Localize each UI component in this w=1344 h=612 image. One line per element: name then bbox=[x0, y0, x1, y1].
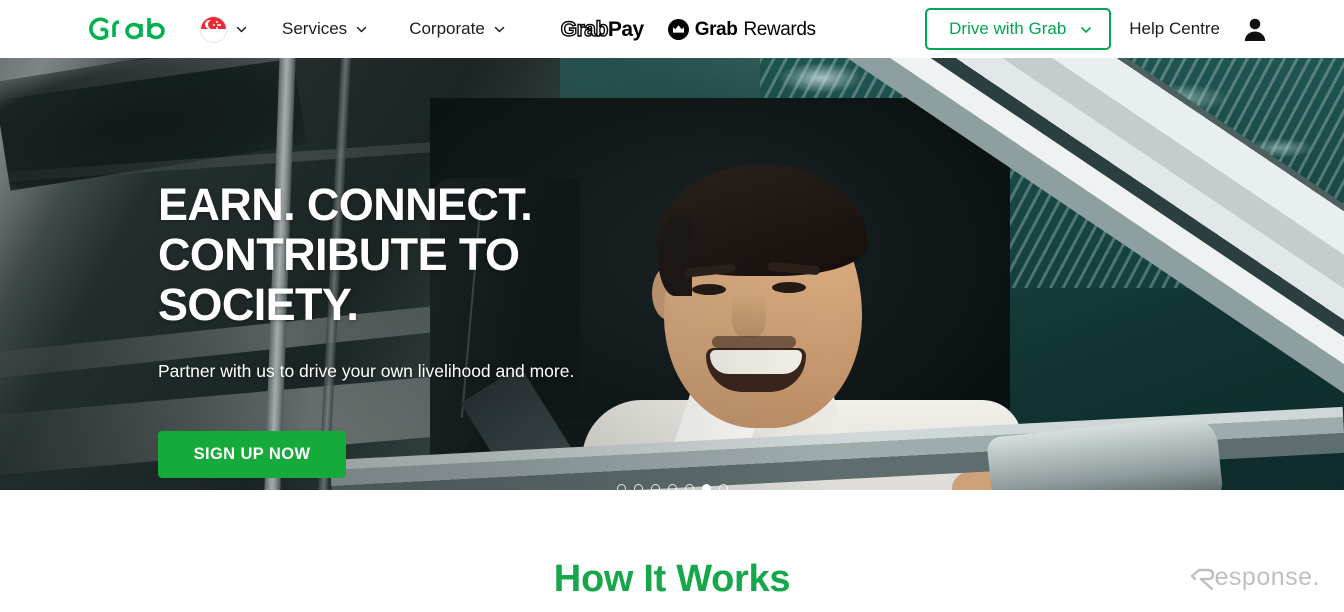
crown-icon bbox=[667, 18, 689, 40]
singapore-flag-icon bbox=[200, 15, 227, 43]
help-centre-link[interactable]: Help Centre bbox=[1129, 19, 1220, 39]
response-logo-icon bbox=[1190, 568, 1214, 590]
drive-with-grab-label: Drive with Grab bbox=[949, 19, 1067, 38]
carousel-dot[interactable] bbox=[633, 484, 643, 490]
country-selector[interactable] bbox=[200, 15, 247, 43]
carousel-dot[interactable] bbox=[718, 484, 728, 490]
grabpay-grab-text: Grab bbox=[560, 17, 609, 41]
nav-item-services[interactable]: Services bbox=[282, 19, 367, 39]
chevron-down-icon bbox=[494, 24, 505, 35]
nav-item-grabpay[interactable]: Grab Pay bbox=[560, 17, 644, 41]
grabpay-pay-text: Pay bbox=[607, 17, 644, 41]
grabrewards-grab-text: Grab bbox=[694, 18, 738, 40]
grab-logo[interactable] bbox=[86, 12, 178, 46]
carousel-dot[interactable] bbox=[616, 484, 626, 490]
nav-item-corporate-label: Corporate bbox=[409, 19, 485, 38]
hero-copy-block: EARN. CONNECT. CONTRIBUTE TO SOCIETY. Pa… bbox=[158, 118, 678, 478]
hero-headline: EARN. CONNECT. CONTRIBUTE TO SOCIETY. bbox=[158, 179, 533, 330]
response-watermark-text: esponse. bbox=[1214, 563, 1320, 591]
carousel-dot[interactable] bbox=[684, 484, 694, 490]
carousel-dot[interactable] bbox=[667, 484, 677, 490]
chevron-down-icon bbox=[236, 24, 247, 35]
sign-up-now-button[interactable]: SIGN UP NOW bbox=[158, 431, 346, 478]
carousel-dot[interactable] bbox=[650, 484, 660, 490]
how-it-works-section: How It Works esponse. bbox=[0, 490, 1344, 612]
carousel-dots bbox=[0, 484, 1344, 490]
hero-subheadline: Partner with us to drive your own liveli… bbox=[158, 361, 575, 381]
nav-item-services-label: Services bbox=[282, 19, 348, 38]
nav-item-grabrewards[interactable]: Grab Rewards bbox=[667, 18, 816, 40]
chevron-down-icon bbox=[356, 24, 367, 35]
grab-logo-icon bbox=[89, 17, 165, 41]
grabrewards-rewards-text: Rewards bbox=[743, 18, 816, 40]
top-navigation-bar: Services Corporate Grab Pay Grab Rewards… bbox=[0, 0, 1344, 58]
carousel-dot-active[interactable] bbox=[701, 484, 711, 490]
nav-item-corporate[interactable]: Corporate bbox=[409, 19, 505, 39]
response-watermark: esponse. bbox=[1189, 563, 1320, 592]
drive-with-grab-button[interactable]: Drive with Grab bbox=[925, 8, 1112, 50]
how-it-works-title: How It Works bbox=[553, 558, 791, 600]
user-avatar-icon[interactable] bbox=[1242, 16, 1268, 42]
chevron-down-icon bbox=[1080, 24, 1092, 35]
hero-carousel: EARN. CONNECT. CONTRIBUTE TO SOCIETY. Pa… bbox=[0, 58, 1344, 490]
